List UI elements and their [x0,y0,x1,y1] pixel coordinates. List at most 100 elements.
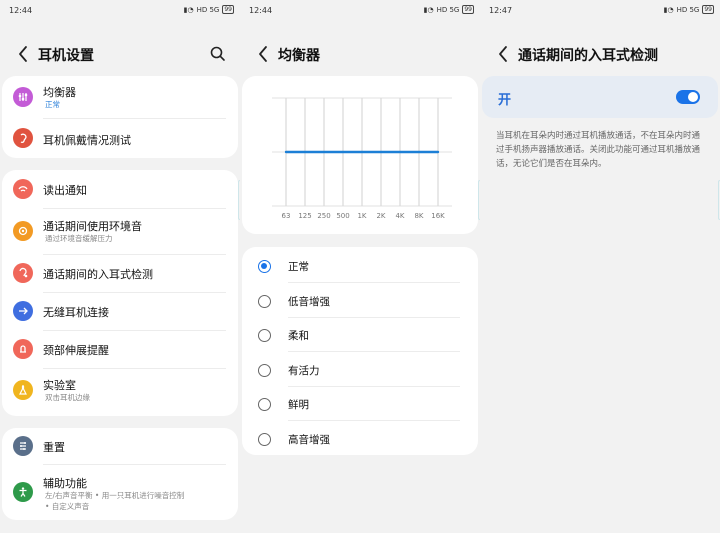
radio-button[interactable] [258,433,271,446]
equalizer-screen: 12:44 ▮◔ HD 5G 99 均衡器 63 125 250 500 1K 2K 4K 8… [240,0,480,533]
radio-button[interactable] [258,363,271,377]
equalizer-graph-card: 63 125 250 500 1K 2K 4K 8K 16K [242,76,478,234]
equalizer-graph[interactable]: 63 125 250 500 1K 2K 4K 8K 16K [242,76,478,234]
search-icon [210,46,225,61]
ambient-sound-icon [13,221,33,241]
settings-row[interactable]: 均衡器 正常 [2,76,238,118]
settings-row-subtitle-2: • 自定义声音 [45,502,90,511]
in-ear-detection-toggle-row[interactable]: 开 [482,76,718,118]
status-time: 12:44 [9,6,33,15]
network-label: HD 5G [676,5,700,14]
battery-icon: 99 [702,5,714,14]
preset-label: 高音增强 [288,434,330,446]
settings-row[interactable]: 辅助功能 左/右声音平衡 • 用一只耳机进行噪音控制 • 自定义声音 [2,464,238,520]
chevron-left-icon [259,46,267,62]
settings-row[interactable]: 重置 [2,428,238,464]
signal-icon: ▮◔ [423,5,434,14]
settings-row-label: 通话期间的入耳式检测 [43,268,153,281]
settings-row-label: 读出通知 [43,184,87,197]
status-icons: ▮◔ HD 5G 99 [424,5,474,14]
title-bar: 均衡器 [240,38,480,70]
back-button[interactable] [252,42,276,66]
equalizer-icon [13,87,33,107]
status-icons: ▮◔ HD 5G 99 [664,5,714,14]
in-ear-detection-icon [13,263,33,283]
settings-row[interactable]: 颈部伸展提醒 [2,330,238,368]
status-time: 12:44 [249,6,273,15]
reset-icon [13,436,33,456]
preset-label: 鲜明 [288,399,309,412]
accessibility-icon [13,482,33,502]
network-label: HD 5G [196,5,220,14]
chevron-left-icon [19,46,27,62]
title-bar: 通话期间的入耳式检测 [480,38,720,70]
network-label: HD 5G [436,5,460,14]
preset-option[interactable]: 低音增强 [242,284,478,318]
settings-row-subtitle: 双击耳机边缘 [45,393,90,402]
in-ear-detection-screen: 12:47 ▮◔ HD 5G 99 通话期间的入耳式检测 开 当耳机在耳朵内时通… [480,0,720,533]
page-title: 均衡器 [278,48,320,64]
back-button[interactable] [12,42,36,66]
eq-band-label: 63 [282,212,291,220]
preset-option[interactable]: 柔和 [242,318,478,353]
radio-button[interactable] [258,329,271,343]
seamless-connect-icon [13,301,33,321]
preset-label: 低音增强 [288,295,330,308]
eq-band-label: 250 [317,212,330,220]
status-icons: ▮◔ HD 5G 99 [184,5,234,14]
title-bar: 耳机设置 [0,38,240,70]
settings-row-label: 实验室 [43,379,76,392]
status-bar: 12:47 ▮◔ HD 5G 99 [480,0,720,22]
settings-row-label: 重置 [43,441,65,454]
radio-button[interactable] [258,398,271,412]
page-title: 耳机设置 [38,48,94,64]
ear-fit-icon [13,128,33,148]
radio-button[interactable] [258,260,271,273]
lab-flask-icon [13,380,33,400]
settings-row-label: 耳机佩戴情况测试 [43,134,131,147]
back-button[interactable] [492,42,516,66]
notification-read-icon [13,179,33,199]
settings-row[interactable]: 通话期间的入耳式检测 [2,254,238,292]
settings-row[interactable]: 读出通知 [2,170,238,208]
search-button[interactable] [208,44,228,64]
preset-option[interactable]: 高音增强 [242,422,478,456]
settings-row-label: 通话期间使用环境音 [43,220,142,233]
settings-row[interactable]: 通话期间使用环境音 通过环境音缓解压力 [2,208,238,254]
settings-row[interactable]: 实验室 双击耳机边缘 [2,368,238,416]
signal-icon: ▮◔ [183,5,194,14]
eq-band-label: 1K [357,212,366,220]
toggle-label: 开 [498,93,512,108]
radio-button[interactable] [258,294,271,308]
feature-description: 当耳机在耳朵内时通过耳机播放通话，不在耳朵内时通过手机扬声器播放通话。关闭此功能… [496,131,701,169]
preset-option[interactable]: 正常 [242,249,478,283]
settings-row-label: 辅助功能 [43,477,87,490]
switch-knob [688,92,698,102]
settings-row-label: 均衡器 [43,86,76,99]
status-bar: 12:44 ▮◔ HD 5G 99 [240,0,480,22]
in-ear-detection-switch[interactable] [676,90,700,104]
battery-icon: 99 [222,5,234,14]
settings-row-subtitle: 左/右声音平衡 • 用一只耳机进行噪音控制 [45,491,185,500]
preset-option[interactable]: 有活力 [242,353,478,387]
preset-label: 有活力 [288,364,320,377]
eq-band-label: 16K [431,212,445,220]
preset-label: 柔和 [288,330,309,343]
settings-card-system: 重置辅助功能 左/右声音平衡 • 用一只耳机进行噪音控制 • 自定义声音 [2,428,238,520]
settings-card-features: 读出通知通话期间使用环境音 通过环境音缓解压力通话期间的入耳式检测 无缝耳机连接 颈部… [2,170,238,416]
settings-row-subtitle: 通过环境音缓解压力 [45,234,113,243]
signal-icon: ▮◔ [663,5,674,14]
settings-row-subtitle: 正常 [45,100,60,109]
page-title: 通话期间的入耳式检测 [518,48,658,64]
status-bar: 12:44 ▮◔ HD 5G 99 [0,0,240,22]
eq-band-label: 2K [376,212,385,220]
settings-row[interactable]: 耳机佩戴情况测试 [2,118,238,158]
settings-row-label: 颈部伸展提醒 [43,344,109,357]
eq-band-label: 8K [414,212,423,220]
settings-row[interactable]: 无缝耳机连接 [2,292,238,330]
preset-option[interactable]: 鲜明 [242,387,478,422]
settings-row-label: 无缝耳机连接 [43,306,109,319]
preset-label: 正常 [288,261,309,273]
eq-band-label: 500 [336,212,349,220]
eq-band-label: 125 [298,212,311,220]
